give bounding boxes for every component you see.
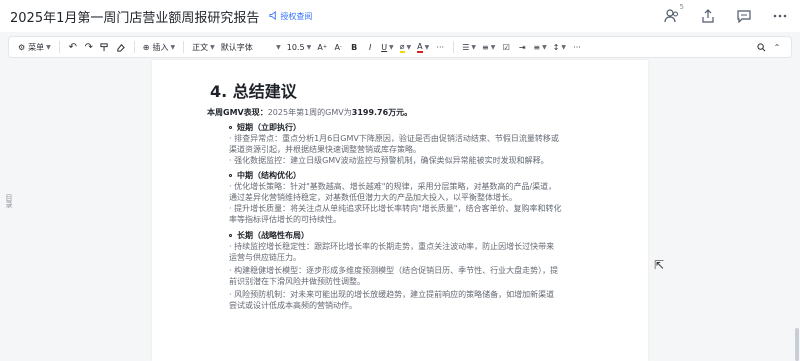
chevron-down-icon: ▼ (406, 43, 412, 51)
decrease-font-icon[interactable]: A- (330, 38, 346, 56)
settings-icon: ⚙ (18, 42, 26, 52)
document-title[interactable]: 2025年1月第一周门店营业额周报研究报告 (10, 7, 259, 26)
divider (453, 41, 455, 53)
paint-roller-icon (100, 42, 108, 51)
format-painter-button[interactable] (97, 38, 113, 56)
insert-label: 插入 (152, 42, 169, 52)
chevron-down-icon: ▼ (46, 43, 51, 51)
document-page[interactable]: 4. 总结建议 本周GMV表现：2025年第1周的GMV为3199.76万元。 … (152, 60, 648, 361)
font-size-value: 10.5 (286, 42, 305, 52)
font-color-icon[interactable]: A ▼ (414, 38, 432, 56)
chevron-down-icon: ▼ (490, 43, 496, 51)
list-item: · 风险预防机制：对未来可能出现的增长放缓趋势，建立提前响应的策略储备，如增加新… (229, 290, 555, 299)
font-family-value: 默认字体 (220, 42, 253, 52)
align-icon[interactable]: ≡ ▼ (530, 38, 549, 56)
highlight-color-icon[interactable]: ⌀ ▼ (397, 38, 414, 56)
people-icon[interactable]: 5 (662, 3, 684, 26)
section-title: 短期（立即执行） (229, 122, 301, 133)
redo-button[interactable]: ↷ (81, 38, 97, 56)
list-item: 率等指标评估增长的可持续性。 (229, 215, 341, 224)
editor-toolbar: ⚙ 菜单 ▼ ↶ ↷ ⊕ 插入 ▼ 正文 ▼ 默认字体 ▼ 10.5 ▼ A + A- B … (8, 36, 792, 58)
summary-text: 2025年第1周的GMV为 (267, 108, 352, 117)
vertical-scrollbar[interactable] (794, 60, 800, 361)
plus-circle-icon: ⊕ (142, 42, 150, 52)
underline-icon[interactable]: U ▼ (378, 38, 396, 56)
bold-icon[interactable]: B (346, 38, 362, 56)
megaphone-icon (269, 10, 278, 22)
bullet-list-icon[interactable]: ☰ ▼ (459, 38, 479, 56)
list-item: · 优化增长策略：针对"基数越高、增长越难"的规律，采用分层策略，对基数高的产品… (229, 182, 557, 191)
paragraph-style-value: 正文 (192, 42, 209, 52)
italic-icon[interactable]: I (362, 38, 378, 56)
divider (58, 41, 60, 53)
collaborator-count: 5 (679, 3, 684, 11)
section-title: 长期（战略性布局） (229, 230, 309, 241)
font-size-select[interactable]: 10.5 ▼ (284, 38, 314, 56)
share-permission-label: 授权查阅 (280, 11, 313, 21)
collapse-toolbar-icon[interactable]: ⌃ (769, 38, 785, 56)
editor-canvas: 目录 4. 总结建议 本周GMV表现：2025年第1周的GMV为3199.76万… (0, 60, 800, 361)
list-item: 尝试或设计低成本高频的营销动作。 (229, 301, 357, 310)
chevron-down-icon: ▼ (471, 43, 477, 51)
undo-button[interactable]: ↶ (65, 38, 81, 56)
title-bar: 2025年1月第一周门店营业额周报研究报告 授权查阅 5 (0, 0, 800, 32)
list-item: · 提升增长质量：将关注点从单纯追求环比增长率转向"增长质量"，结合客单价、复购… (229, 204, 562, 213)
chevron-down-icon: ▼ (561, 43, 567, 51)
bullet-circle-icon (229, 234, 232, 237)
chevron-down-icon: ▼ (306, 43, 312, 51)
line-spacing-icon[interactable]: ↕ ▼ (550, 38, 569, 56)
list-item: 渠道资源引起，并根据结果快速调整营销或库存策略。 (229, 145, 421, 154)
share-permission-link[interactable]: 授权查阅 (269, 10, 313, 22)
search-icon[interactable] (753, 38, 769, 56)
section-title-text: 短期（立即执行） (237, 123, 301, 132)
comment-icon[interactable] (734, 6, 754, 26)
summary-value: 3199.76万元。 (351, 108, 413, 117)
chevron-down-icon: ▼ (276, 43, 281, 51)
chevron-down-icon: ▼ (170, 43, 176, 51)
more-formatting-button[interactable]: ··· (432, 38, 448, 56)
insert-button[interactable]: ⊕ 插入 ▼ (140, 38, 178, 56)
outline-tab[interactable]: 目录 (2, 188, 16, 214)
numbered-list-icon[interactable]: ≡ ▼ (479, 38, 498, 56)
chevron-down-icon: ▼ (210, 43, 215, 51)
checklist-icon[interactable]: ☑ (498, 38, 514, 56)
chevron-down-icon: ▼ (542, 43, 547, 51)
list-item: 通过差异化营销维持稳定，对基数低但潜力大的产品加大投入，以平衡整体增长。 (229, 193, 517, 202)
more-icon[interactable] (770, 6, 790, 26)
summary-line: 本周GMV表现：2025年第1周的GMV为3199.76万元。 (207, 108, 412, 118)
section-title: 中期（结构优化） (229, 170, 301, 181)
bullet-circle-icon (229, 126, 232, 129)
list-item: · 持续监控增长稳定性：跟踪环比增长率的长期走势，重点关注波动率，防止因增长过快… (229, 242, 555, 251)
increase-font-icon[interactable]: A + (314, 38, 330, 56)
upload-icon[interactable] (698, 6, 718, 26)
clear-format-button[interactable] (113, 38, 129, 56)
list-item: · 构建稳健增长模型：逐步形成多维度预测模型（结合促销日历、季节性、行业大盘走势… (229, 266, 559, 275)
section-title-text: 中期（结构优化） (237, 171, 301, 180)
section-heading: 4. 总结建议 (210, 82, 297, 101)
section-title-text: 长期（战略性布局） (237, 231, 309, 240)
indent-icon[interactable]: ⇥ (514, 38, 530, 56)
bullet-circle-icon (229, 174, 232, 177)
list-item: 前识别潜在下滑风险并做预防性调整。 (229, 277, 365, 286)
list-item: · 强化数据监控：建立日级GMV波动监控与预警机制，确保类似异常能被实时发现和解… (229, 156, 549, 165)
list-item: 运营与供应链压力。 (229, 253, 301, 262)
scrollbar-thumb[interactable] (795, 328, 799, 361)
summary-label: 本周GMV表现： (207, 108, 268, 117)
more-options-icon[interactable]: ··· (569, 38, 585, 56)
chevron-down-icon: ▼ (424, 43, 430, 51)
menu-button[interactable]: ⚙ 菜单 ▼ (15, 38, 54, 56)
divider (133, 41, 135, 53)
eraser-icon (117, 43, 126, 52)
mouse-pointer-icon: ⇱ (654, 258, 665, 272)
divider (183, 41, 185, 53)
paragraph-style-select[interactable]: 正文 ▼ (189, 38, 218, 56)
list-item: · 排查异常点：重点分析1月6日GMV下降原因，验证是否由促销活动结束、节假日流… (229, 134, 559, 143)
menu-label: 菜单 (28, 42, 45, 52)
font-family-select[interactable]: 默认字体 ▼ (218, 38, 284, 56)
chevron-down-icon: ▼ (389, 43, 394, 51)
